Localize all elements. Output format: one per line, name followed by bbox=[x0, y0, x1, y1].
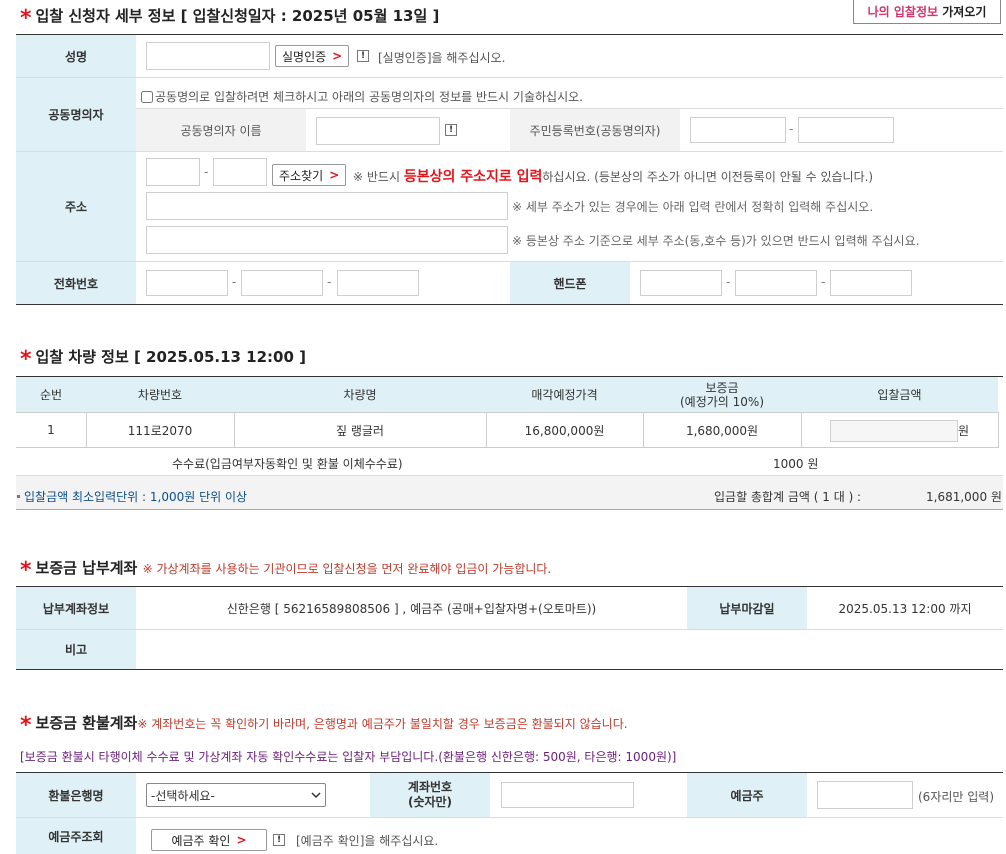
phone-label: 전화번호 bbox=[16, 262, 136, 304]
info-icon: ! bbox=[357, 50, 369, 62]
address-main-input[interactable] bbox=[146, 192, 508, 220]
holder-verify-label: 예금주조회 bbox=[16, 818, 136, 854]
address-label: 주소 bbox=[16, 152, 136, 261]
info-icon: ! bbox=[445, 124, 457, 136]
total-label: 입금할 총합계 금액 ( 1 대 ) : bbox=[714, 490, 862, 504]
row-price: 16,800,000원 bbox=[524, 423, 605, 438]
address-detail-input[interactable] bbox=[146, 226, 508, 254]
bid-amount-input[interactable] bbox=[830, 420, 958, 442]
holder-verify-help: [예금주 확인]을 해주십시요. bbox=[296, 834, 439, 848]
address-note: ※ 반드시 등본상의 주소지로 입력하십시요. (등본상의 주소가 아니면 이전… bbox=[353, 169, 874, 185]
row-no: 1 bbox=[47, 423, 55, 437]
chevron-right-icon: > bbox=[236, 833, 247, 847]
refund-holder-hint: (6자리만 입력) bbox=[918, 790, 995, 804]
col-header-car-name: 차량명 bbox=[343, 388, 377, 402]
refund-section-title: * 보증금 환불계좌※ 계좌번호는 꼭 확인하기 바라며, 은행명과 예금주가 불… bbox=[20, 713, 628, 738]
phone-part1-input[interactable] bbox=[146, 270, 228, 296]
load-my-bid-info-button[interactable]: 나의 입찰정보 가져오기 bbox=[853, 0, 1001, 24]
joint-owner-rrn-front-input[interactable] bbox=[690, 117, 786, 143]
real-name-verify-button[interactable]: 실명인증 > bbox=[275, 45, 350, 67]
joint-owner-name-input[interactable] bbox=[316, 117, 440, 145]
address-detail-note-2: ※ 등본상 주소 기준으로 세부 주소(동,호수 등)가 있으면 반드시 입력해… bbox=[512, 234, 920, 248]
total-value: 1,681,000 원 bbox=[926, 490, 1002, 504]
chevron-right-icon: > bbox=[329, 168, 340, 182]
refund-bank-select[interactable]: -선택하세요- bbox=[146, 783, 326, 807]
row-deposit: 1,680,000원 bbox=[685, 423, 759, 438]
min-unit-note: 입찰금액 최소입력단위 : 1,000원 단위 이상 bbox=[24, 490, 248, 504]
required-star-icon: * bbox=[20, 347, 32, 372]
mobile-part1-input[interactable] bbox=[640, 270, 722, 296]
refund-account-label: 계좌번호 (숫자만) bbox=[370, 773, 490, 817]
zipcode-back-input[interactable] bbox=[213, 158, 267, 186]
col-header-no: 순번 bbox=[39, 388, 63, 402]
joint-owner-checkbox[interactable] bbox=[141, 90, 153, 103]
chevron-down-icon bbox=[311, 792, 321, 798]
deadline-label: 납부마감일 bbox=[687, 587, 807, 629]
holder-verify-button[interactable]: 예금주 확인 > bbox=[151, 829, 267, 851]
row-plate: 111로2070 bbox=[127, 423, 193, 438]
chevron-right-icon: > bbox=[332, 49, 343, 63]
joint-owner-name-label: 공동명의자 이름 bbox=[136, 109, 306, 151]
col-header-bid: 입찰금액 bbox=[877, 388, 922, 402]
refund-account-input[interactable] bbox=[501, 782, 634, 808]
mobile-part3-input[interactable] bbox=[830, 270, 912, 296]
vehicle-section-title: * 입찰 차량 정보 [ 2025.05.13 12:00 ] bbox=[20, 347, 306, 372]
name-label: 성명 bbox=[16, 35, 136, 77]
refund-holder-input[interactable] bbox=[817, 781, 913, 809]
name-verify-help: [실명인증]을 해주십시오. bbox=[378, 51, 506, 65]
required-star-icon: * bbox=[20, 558, 32, 583]
mobile-part2-input[interactable] bbox=[735, 270, 817, 296]
joint-owner-rrn-label: 주민등록번호(공동명의자) bbox=[510, 109, 680, 151]
col-header-deposit: 보증금 (예정가의 10%) bbox=[679, 380, 764, 409]
address-search-button[interactable]: 주소찾기 > bbox=[272, 164, 347, 186]
refund-fee-note: [보증금 환불시 타행이체 수수료 및 가상계좌 자동 확인수수료는 입찰자 부… bbox=[20, 750, 677, 764]
zipcode-front-input[interactable] bbox=[146, 158, 200, 186]
phone-part2-input[interactable] bbox=[241, 270, 323, 296]
account-info-value: 신한은행 [ 56216589808506 ] , 예금주 (공매+입찰자명+(… bbox=[226, 601, 597, 616]
col-header-price: 매각예정가격 bbox=[531, 388, 598, 402]
joint-owner-rrn-back-input[interactable] bbox=[798, 117, 894, 143]
address-detail-note: ※ 세부 주소가 있는 경우에는 아래 입력 란에서 정확히 입력해 주십시오. bbox=[512, 200, 874, 214]
remark-label: 비고 bbox=[16, 630, 136, 669]
refund-holder-label: 예금주 bbox=[687, 773, 807, 817]
applicant-section-title: * 입찰 신청자 세부 정보 [ 입찰신청일자 : 2025년 05월 13일 ] bbox=[20, 6, 440, 31]
fee-value: 1000 원 bbox=[773, 457, 819, 471]
info-icon: ! bbox=[273, 834, 285, 846]
name-input[interactable] bbox=[146, 42, 270, 70]
account-info-label: 납부계좌정보 bbox=[16, 587, 136, 629]
refund-bank-label: 환불은행명 bbox=[16, 773, 136, 817]
phone-part3-input[interactable] bbox=[337, 270, 419, 296]
required-star-icon: * bbox=[20, 713, 32, 738]
row-car-name: 짚 랭글러 bbox=[336, 423, 384, 438]
joint-owner-label: 공동명의자 bbox=[16, 78, 136, 151]
required-star-icon: * bbox=[20, 6, 32, 31]
deadline-value: 2025.05.13 12:00 까지 bbox=[838, 601, 972, 616]
col-header-plate: 차량번호 bbox=[137, 388, 183, 402]
joint-owner-checkbox-row: 공동명의로 입찰하려면 체크하시고 아래의 공동명의자의 정보를 반드시 기술하… bbox=[141, 88, 583, 105]
bid-unit: 원 bbox=[958, 424, 970, 438]
mobile-label: 핸드폰 bbox=[510, 262, 630, 304]
payment-section-title: * 보증금 납부계좌 ※ 가상계좌를 사용하는 기관이므로 입찰신청을 먼저 완료… bbox=[20, 558, 552, 583]
fee-label: 수수료(입금여부자동확인 및 환불 이체수수료) bbox=[172, 457, 403, 471]
